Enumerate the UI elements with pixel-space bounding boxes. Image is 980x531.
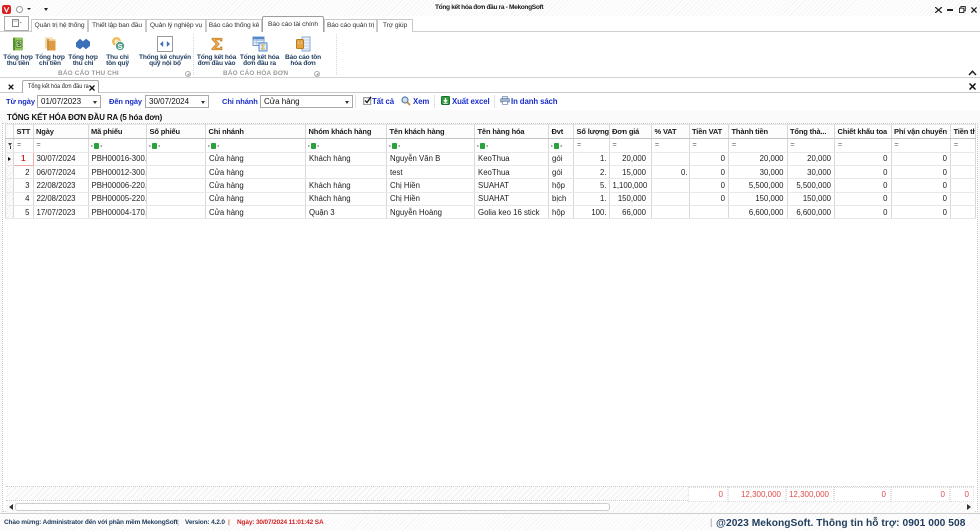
svg-text:$: $ [17,41,21,48]
svg-text:Σ: Σ [260,45,264,52]
svg-text:S: S [117,42,122,51]
